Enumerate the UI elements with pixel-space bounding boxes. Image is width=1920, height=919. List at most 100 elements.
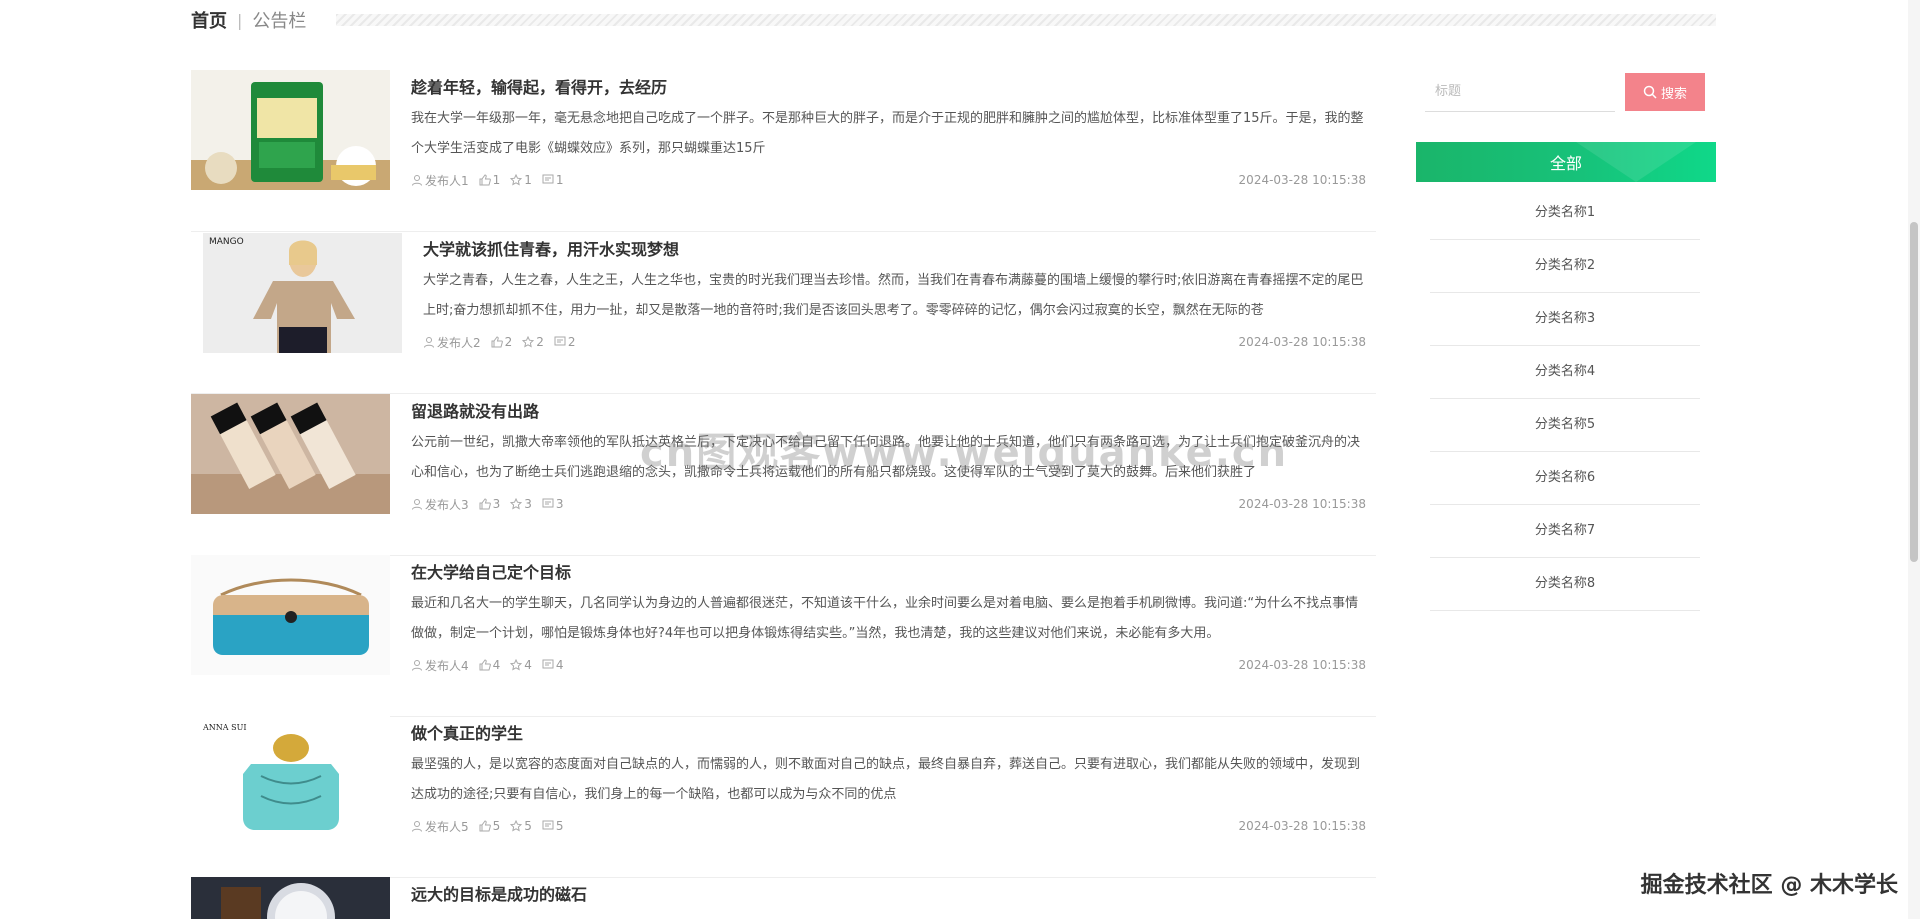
favorite-count[interactable]: 4 <box>510 658 532 672</box>
article-date: 2024-03-28 10:15:38 <box>1238 335 1366 349</box>
like-count[interactable]: 5 <box>479 819 500 833</box>
favorite-count-value: 4 <box>524 658 532 672</box>
search-input[interactable] <box>1425 72 1615 112</box>
article-item[interactable]: MANGO 大学就该抓住青春，用汗水实现梦想 大学之青春，人生之春，人生之王，人… <box>191 232 1376 394</box>
article-date: 2024-03-28 10:15:38 <box>1238 819 1366 833</box>
article-title[interactable]: 远大的目标是成功的磁石 <box>411 883 1366 907</box>
category-all-label: 全部 <box>1549 154 1582 173</box>
author-meta: 发布人3 <box>411 496 469 513</box>
article-item[interactable]: 在大学给自己定个目标 最近和几名大一的学生聊天，几名同学认为身边的人普遍都很迷茫… <box>191 555 1376 717</box>
breadcrumb-separator: | <box>237 10 243 30</box>
comment-icon <box>542 174 554 184</box>
favorite-count[interactable]: 1 <box>510 173 532 187</box>
cosmetics-bottles-image <box>191 394 390 514</box>
comment-count[interactable]: 3 <box>542 497 564 511</box>
star-icon <box>510 498 523 510</box>
favorite-count[interactable]: 3 <box>510 497 532 511</box>
category-item[interactable]: 分类名称5 <box>1430 399 1700 452</box>
author-name: 发布人2 <box>437 335 481 350</box>
comment-count-value: 1 <box>555 173 564 187</box>
article-thumbnail[interactable] <box>191 70 390 190</box>
comment-icon <box>542 659 554 669</box>
user-icon <box>412 660 422 671</box>
comment-count[interactable]: 5 <box>542 819 564 833</box>
favorite-count[interactable]: 5 <box>510 819 532 833</box>
article-title[interactable]: 趁着年轻，输得起，看得开，去经历 <box>411 76 1366 100</box>
category-item[interactable]: 分类名称2 <box>1430 240 1700 293</box>
article-meta: 发布人5 5 5 5 2024-03-28 10:15:38 <box>411 816 1366 836</box>
article-summary: 最坚强的人，是以宽容的态度面对自己缺点的人，而懦弱的人，则不敢面对自己的缺点，最… <box>411 757 1361 802</box>
article-item[interactable]: 趁着年轻，输得起，看得开，去经历 我在大学一年级那一年，毫无悬念地把自己吃成了一… <box>191 70 1376 232</box>
breadcrumb-home-link[interactable]: 首页 <box>191 7 227 33</box>
attribution-text: 掘金技术社区 @ 木木学长 <box>1640 873 1898 898</box>
search-button[interactable]: 搜索 <box>1625 73 1705 111</box>
article-meta: 发布人1 1 1 1 2024-03-28 10:15:38 <box>411 170 1366 190</box>
author-name: 发布人4 <box>425 658 469 673</box>
scrollbar-thumb[interactable] <box>1910 222 1918 562</box>
search-button-label: 搜索 <box>1660 86 1687 102</box>
favorite-count[interactable]: 2 <box>522 335 544 349</box>
comment-count[interactable]: 4 <box>542 658 564 672</box>
breadcrumb-stripe-decoration <box>336 14 1716 26</box>
article-summary: 公元前一世纪，凯撒大帝率领他的军队抵达英格兰后，下定决心不给自己留下任何退路。他… <box>411 435 1361 480</box>
favorite-count-value: 1 <box>524 173 532 187</box>
article-title[interactable]: 大学就该抓住青春，用汗水实现梦想 <box>423 238 1366 262</box>
author-name: 发布人3 <box>425 497 469 512</box>
breadcrumb: 首页 | 公告栏 <box>191 8 1716 32</box>
comment-icon <box>542 498 554 508</box>
like-count[interactable]: 2 <box>491 335 513 349</box>
comment-icon <box>542 820 554 830</box>
article-thumbnail[interactable]: MANGO <box>203 233 402 353</box>
like-count-value: 2 <box>504 335 513 349</box>
article-thumbnail[interactable] <box>191 394 390 514</box>
category-item[interactable]: 分类名称3 <box>1430 293 1700 346</box>
article-body: 在大学给自己定个目标 最近和几名大一的学生聊天，几名同学认为身边的人普遍都很迷茫… <box>411 555 1366 673</box>
star-icon <box>522 336 535 348</box>
scrollbar[interactable] <box>1908 0 1920 919</box>
article-thumbnail[interactable] <box>191 877 390 919</box>
star-icon <box>510 174 523 186</box>
category-item[interactable]: 分类名称4 <box>1430 346 1700 399</box>
breadcrumb-current: 公告栏 <box>252 11 307 32</box>
category-all[interactable]: 全部 <box>1416 142 1716 182</box>
category-item[interactable]: 分类名称8 <box>1430 558 1700 611</box>
user-icon <box>412 175 422 186</box>
category-item[interactable]: 分类名称1 <box>1430 187 1700 240</box>
like-count[interactable]: 3 <box>479 497 501 511</box>
like-count[interactable]: 4 <box>479 658 501 672</box>
article-item[interactable]: 留退路就没有出路 公元前一世纪，凯撒大帝率领他的军队抵达英格兰后，下定决心不给自… <box>191 394 1376 556</box>
category-item[interactable]: 分类名称6 <box>1430 452 1700 505</box>
article-meta: 发布人3 3 3 3 2024-03-28 10:15:38 <box>411 494 1366 514</box>
category-item[interactable]: 分类名称7 <box>1430 505 1700 558</box>
article-title[interactable]: 在大学给自己定个目标 <box>411 561 1366 585</box>
favorite-count-value: 3 <box>524 497 532 511</box>
article-body: 远大的目标是成功的磁石 <box>411 877 1366 907</box>
like-count-value: 1 <box>492 173 501 187</box>
like-count-value: 4 <box>492 658 501 672</box>
author-meta: 发布人5 <box>411 818 469 835</box>
author-meta: 发布人2 <box>423 334 481 351</box>
article-date: 2024-03-28 10:15:38 <box>1238 173 1366 187</box>
thumbs-up-icon <box>479 498 491 510</box>
comment-count-value: 3 <box>555 497 564 511</box>
search-icon <box>1643 85 1657 99</box>
article-summary: 大学之青春，人生之春，人生之王，人生之华也，宝贵的时光我们理当去珍惜。然而，当我… <box>423 273 1364 318</box>
article-title[interactable]: 留退路就没有出路 <box>411 400 1366 424</box>
article-title[interactable]: 做个真正的学生 <box>411 722 1366 746</box>
article-date: 2024-03-28 10:15:38 <box>1238 497 1366 511</box>
article-thumbnail[interactable]: ANNA SUI <box>191 716 390 836</box>
like-count-value: 3 <box>492 497 501 511</box>
article-body: 留退路就没有出路 公元前一世纪，凯撒大帝率领他的军队抵达英格兰后，下定决心不给自… <box>411 394 1366 512</box>
article-item[interactable]: 远大的目标是成功的磁石 <box>191 877 1376 919</box>
author-name: 发布人5 <box>425 819 469 834</box>
like-count[interactable]: 1 <box>479 173 501 187</box>
article-thumbnail[interactable] <box>191 555 390 675</box>
article-item[interactable]: ANNA SUI 做个真正的学生 最坚强的人，是以宽容的态度面对自己缺点的人，而… <box>191 716 1376 878</box>
article-summary: 我在大学一年级那一年，毫无悬念地把自己吃成了一个胖子。不是那种巨大的胖子，而是介… <box>411 111 1364 156</box>
comment-count[interactable]: 2 <box>554 335 576 349</box>
article-body: 做个真正的学生 最坚强的人，是以宽容的态度面对自己缺点的人，而懦弱的人，则不敢面… <box>411 716 1366 834</box>
article-body: 大学就该抓住青春，用汗水实现梦想 大学之青春，人生之春，人生之王，人生之华也，宝… <box>423 232 1366 350</box>
article-date: 2024-03-28 10:15:38 <box>1238 658 1366 672</box>
comment-icon <box>554 336 566 346</box>
comment-count[interactable]: 1 <box>542 173 564 187</box>
